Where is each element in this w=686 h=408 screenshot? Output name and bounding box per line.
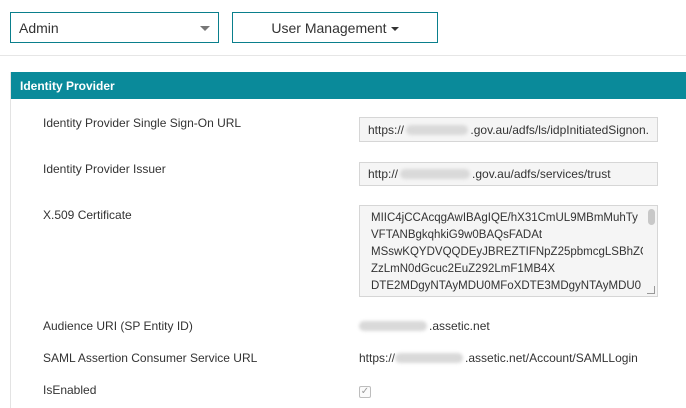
caret-down-icon — [390, 26, 399, 31]
chevron-down-icon — [200, 26, 210, 31]
sso-url-label: Identity Provider Single Sign-On URL — [43, 116, 242, 130]
checkmark-icon: ✓ — [360, 386, 370, 397]
user-management-label: User Management — [271, 19, 387, 36]
issuer-suffix: .gov.au/adfs/services/trust — [472, 167, 611, 181]
sso-url-prefix: https:// — [368, 122, 405, 137]
role-select-value: Admin — [19, 19, 59, 36]
panel-title: Identity Provider — [11, 72, 686, 99]
acs-url-prefix: https:// — [359, 351, 396, 365]
issuer-prefix: http:// — [368, 167, 399, 181]
redacted-text — [400, 169, 471, 179]
scrollbar-thumb[interactable] — [648, 209, 655, 225]
audience-uri-value: .assetic.net — [359, 319, 490, 333]
issuer-field[interactable]: http:// .gov.au/adfs/services/trust — [359, 162, 658, 186]
is-enabled-checkbox[interactable]: ✓ — [359, 386, 371, 398]
certificate-line: ZzLmN0dGcuc2EuZ292LmF1MB4X — [371, 263, 556, 275]
certificate-textarea[interactable]: MIIC4jCCAcqgAwIBAgIQE/hX31CmUL9MBmMuhTy … — [359, 205, 658, 297]
user-management-menu-button[interactable]: User Management — [232, 12, 438, 43]
audience-uri-label: Audience URI (SP Entity ID) — [43, 319, 193, 333]
identity-provider-panel: Identity Provider Identity Provider Sing… — [10, 72, 686, 408]
certificate-line: VFTANBgkqhkiG9w0BAQsFADAt — [371, 229, 543, 241]
acs-url-label: SAML Assertion Consumer Service URL — [43, 351, 258, 365]
is-enabled-label: IsEnabled — [43, 383, 97, 397]
redacted-text — [359, 321, 427, 331]
sso-url-field[interactable]: https:// .gov.au/adfs/ls/idpInitiatedSig… — [359, 117, 658, 142]
redacted-text — [406, 124, 469, 135]
issuer-label: Identity Provider Issuer — [43, 162, 166, 176]
certificate-label: X.509 Certificate — [43, 208, 132, 222]
certificate-line: DTE2MDgyNTAyMDU0MFoXDTE3MDgyNTAyMDU0 — [371, 280, 642, 292]
role-select[interactable]: Admin — [10, 12, 219, 43]
acs-url-value: https:// .assetic.net/Account/SAMLLogin — [359, 351, 638, 365]
certificate-line: MIIC4jCCAcqgAwIBAgIQE/hX31CmUL9MBmMuhTy — [371, 212, 638, 224]
acs-url-suffix: .assetic.net/Account/SAMLLogin — [465, 351, 638, 365]
audience-uri-suffix: .assetic.net — [429, 319, 490, 333]
top-toolbar: Admin User Management — [0, 0, 686, 56]
redacted-text — [395, 353, 464, 363]
resize-grip-icon[interactable] — [647, 286, 655, 294]
sso-url-suffix: .gov.au/adfs/ls/idpInitiatedSignon. — [470, 122, 649, 137]
certificate-line: MSswKQYDVQQDEyJBREZTIFNpZ25pbmcgLSBhZG — [371, 246, 643, 258]
